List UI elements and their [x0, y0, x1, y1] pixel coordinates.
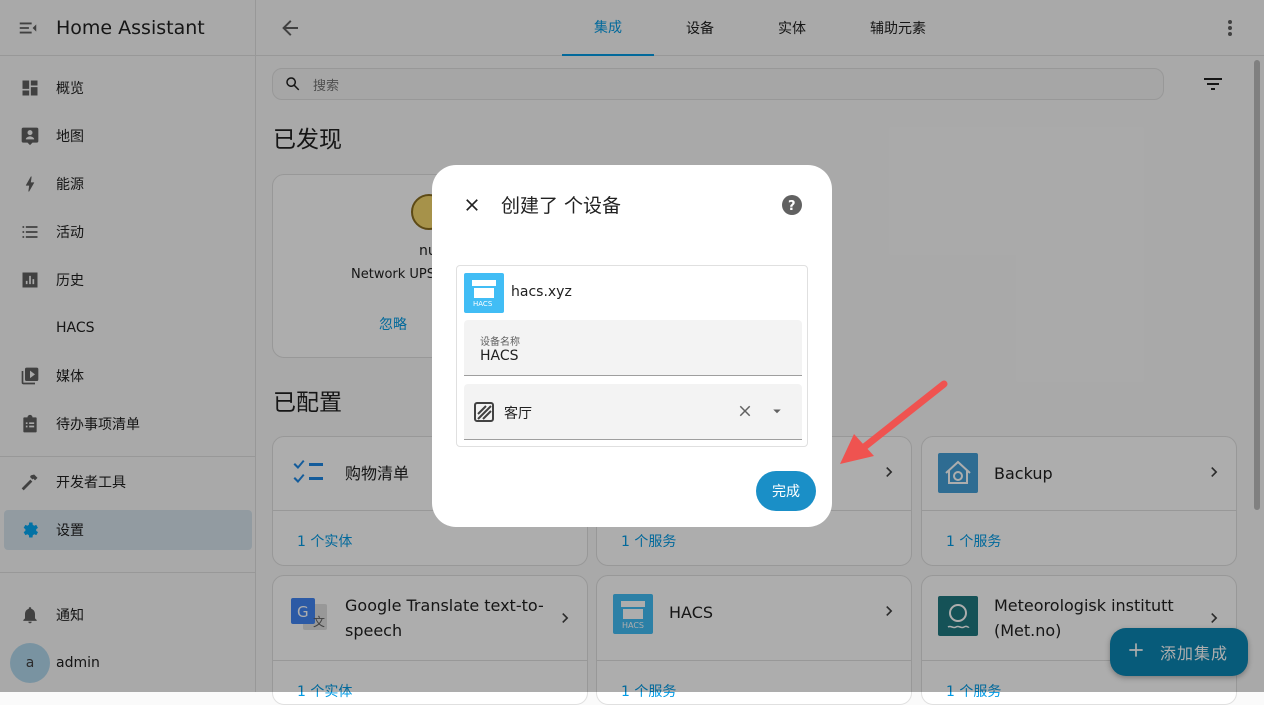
chevron-down-icon[interactable]: [768, 402, 786, 424]
svg-text:?: ?: [788, 199, 796, 214]
area-icon: [474, 402, 494, 426]
device-name-label: 设备名称: [480, 337, 520, 348]
area-select[interactable]: 客厅: [464, 384, 802, 440]
device-name-value: HACS: [480, 348, 519, 364]
device-created-dialog: 创建了 个设备 ? HACS hacs.xyz 设备名称 HACS 客厅 完成: [432, 165, 832, 527]
device-name-field[interactable]: 设备名称 HACS: [464, 320, 802, 376]
area-value: 客厅: [504, 406, 532, 422]
done-button[interactable]: 完成: [756, 471, 816, 511]
close-icon[interactable]: [462, 195, 482, 219]
clear-icon[interactable]: [736, 402, 754, 424]
dialog-title: 创建了 个设备: [501, 195, 622, 217]
annotation-arrow-icon: [840, 380, 948, 464]
help-icon[interactable]: ?: [780, 193, 804, 221]
device-box: HACS hacs.xyz 设备名称 HACS 客厅: [456, 265, 808, 447]
device-name: hacs.xyz: [511, 284, 572, 300]
hacs-logo-text: HACS: [473, 300, 493, 308]
hacs-icon: HACS: [464, 273, 504, 313]
